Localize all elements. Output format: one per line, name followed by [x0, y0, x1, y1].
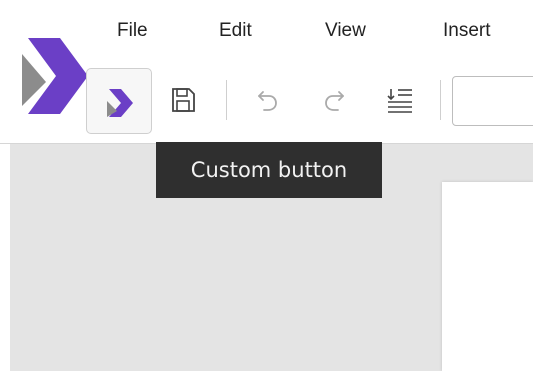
menu-file[interactable]: File: [117, 20, 148, 42]
toolbar-separator: [226, 80, 227, 120]
undo-icon: [258, 91, 277, 111]
editor-window: File Edit View Insert Custom button: [0, 0, 533, 371]
save-button[interactable]: [163, 80, 203, 120]
header-bar: File Edit View Insert: [0, 0, 533, 144]
menu-insert[interactable]: Insert: [443, 20, 491, 42]
menu-edit[interactable]: Edit: [219, 20, 252, 42]
document-page[interactable]: [442, 182, 533, 371]
paragraph-button[interactable]: [380, 80, 420, 120]
paragraph-list-icon: [387, 89, 412, 113]
app-logo-icon: [22, 38, 88, 114]
app-logo-icon: [107, 89, 133, 117]
toolbar-separator: [440, 80, 441, 120]
save-icon: [172, 88, 195, 112]
redo-button[interactable]: [316, 80, 352, 120]
undo-button[interactable]: [250, 80, 286, 120]
toolbar-style-input[interactable]: [452, 76, 533, 126]
menu-view[interactable]: View: [325, 20, 366, 42]
tooltip: Custom button: [156, 142, 382, 198]
custom-button[interactable]: [86, 68, 152, 134]
redo-icon: [325, 91, 344, 111]
